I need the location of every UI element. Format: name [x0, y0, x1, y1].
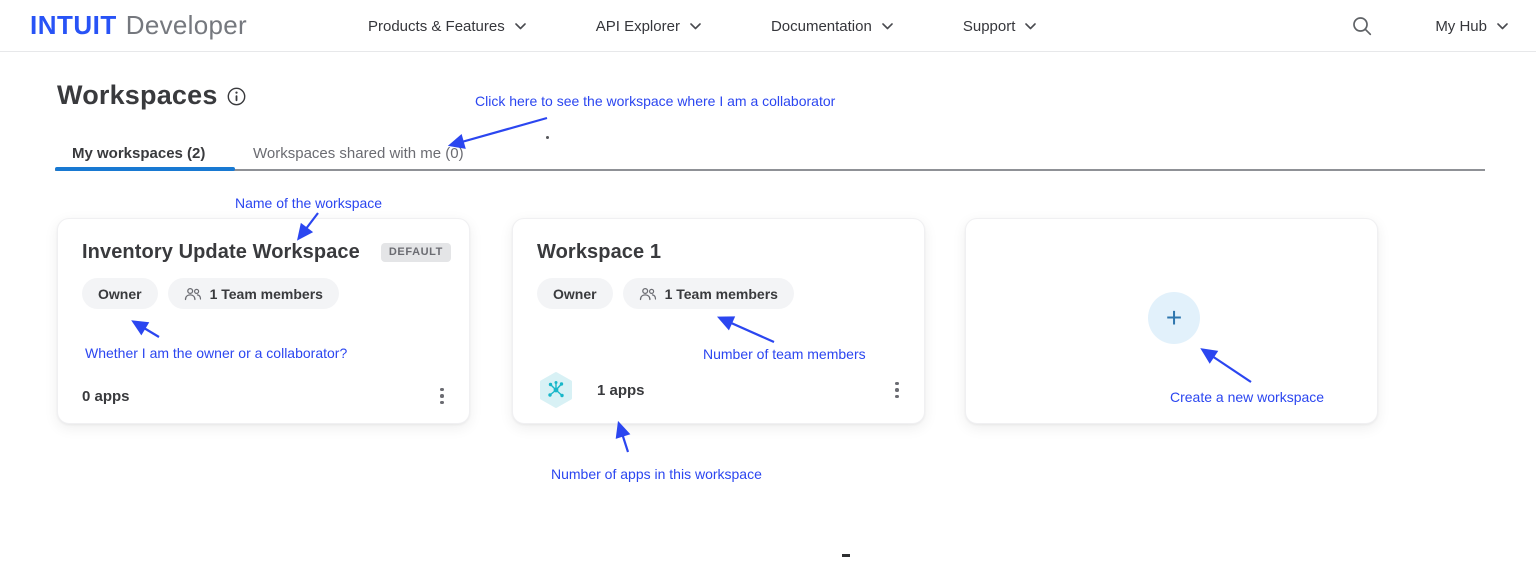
- chevron-down-icon: [514, 22, 526, 29]
- default-badge: DEFAULT: [380, 243, 451, 262]
- stray-dash-mark: [842, 554, 850, 557]
- header-right-group: My Hub: [1351, 0, 1508, 52]
- annotation-team-members: Number of team members: [703, 346, 866, 362]
- card-meta-pills: Owner 1 Team members: [537, 278, 794, 309]
- top-nav-bar: INTUIT Developer Products & Features API…: [0, 0, 1536, 52]
- workspace-name: Inventory Update Workspace: [82, 241, 360, 263]
- nav-support[interactable]: Support: [963, 18, 1037, 35]
- active-tab-indicator: [55, 167, 235, 171]
- search-icon[interactable]: [1351, 15, 1373, 37]
- app-hexagon-icon: [540, 372, 572, 408]
- tab-shared-with-me[interactable]: Workspaces shared with me (0): [253, 145, 464, 162]
- chevron-down-icon: [1497, 22, 1508, 29]
- page-title: Workspaces: [57, 80, 218, 110]
- nav-documentation-label: Documentation: [770, 17, 872, 35]
- tab-my-workspaces[interactable]: My workspaces (2): [72, 145, 205, 162]
- nav-api-explorer-label: API Explorer: [595, 17, 680, 35]
- nav-support-label: Support: [962, 17, 1016, 35]
- card-bottom-row: 0 apps: [82, 383, 455, 409]
- annotation-create-workspace: Create a new workspace: [1170, 389, 1325, 405]
- create-workspace-button[interactable]: +: [1148, 292, 1200, 344]
- card-title-row: Inventory Update Workspace DEFAULT: [82, 241, 451, 264]
- chevron-down-icon: [690, 22, 701, 29]
- team-members-label: 1 Team members: [664, 285, 778, 302]
- nav-documentation[interactable]: Documentation: [771, 18, 893, 35]
- owner-pill: Owner: [537, 278, 613, 309]
- apps-count-label: 0 apps: [82, 387, 130, 405]
- team-members-pill: 1 Team members: [622, 278, 794, 309]
- nav-products-features[interactable]: Products & Features: [368, 18, 526, 35]
- nav-products-features-label: Products & Features: [368, 17, 505, 35]
- apps-count-label: 1 apps: [597, 381, 645, 399]
- nav-api-explorer[interactable]: API Explorer: [596, 18, 701, 35]
- card-meta-pills: Owner 1 Team members: [82, 278, 339, 309]
- intuit-developer-logo[interactable]: INTUIT Developer: [30, 10, 247, 41]
- chevron-down-icon: [882, 22, 893, 29]
- team-members-icon: [184, 287, 201, 300]
- workspace-name: Workspace 1: [537, 241, 662, 263]
- annotation-shared-tab: Click here to see the workspace where I …: [475, 93, 836, 109]
- workspaces-page: INTUIT Developer Products & Features API…: [0, 0, 1536, 567]
- owner-pill: Owner: [82, 278, 158, 309]
- annotation-workspace-name: Name of the workspace: [235, 195, 383, 211]
- team-members-icon: [639, 287, 656, 300]
- main-nav: Products & Features API Explorer Documen…: [368, 0, 1037, 52]
- annotation-owner-role: Whether I am the owner or a collaborator…: [85, 345, 348, 361]
- card-bottom-row: 1 apps: [537, 371, 910, 409]
- stray-dot-mark: [546, 136, 549, 139]
- chevron-down-icon: [1025, 22, 1037, 29]
- tab-divider: [55, 169, 1485, 171]
- my-hub-menu[interactable]: My Hub: [1435, 18, 1508, 35]
- card-options-kebab[interactable]: [884, 377, 910, 403]
- developer-wordmark: Developer: [125, 10, 247, 40]
- workspace-card-workspace-1[interactable]: Workspace 1 Owner 1 Team members 1 apps: [512, 218, 925, 424]
- intuit-wordmark: INTUIT: [30, 10, 117, 40]
- annotation-apps-count: Number of apps in this workspace: [551, 466, 762, 482]
- card-options-kebab[interactable]: [429, 383, 455, 409]
- page-title-row: Workspaces: [57, 80, 246, 111]
- team-members-label: 1 Team members: [209, 285, 323, 302]
- card-title-row: Workspace 1: [537, 241, 906, 264]
- apps-group: 1 apps: [537, 371, 645, 409]
- team-members-pill: 1 Team members: [167, 278, 339, 309]
- workspace-card-inventory-update[interactable]: Inventory Update Workspace DEFAULT Owner…: [57, 218, 470, 424]
- my-hub-label: My Hub: [1435, 17, 1487, 35]
- info-icon[interactable]: [227, 87, 246, 106]
